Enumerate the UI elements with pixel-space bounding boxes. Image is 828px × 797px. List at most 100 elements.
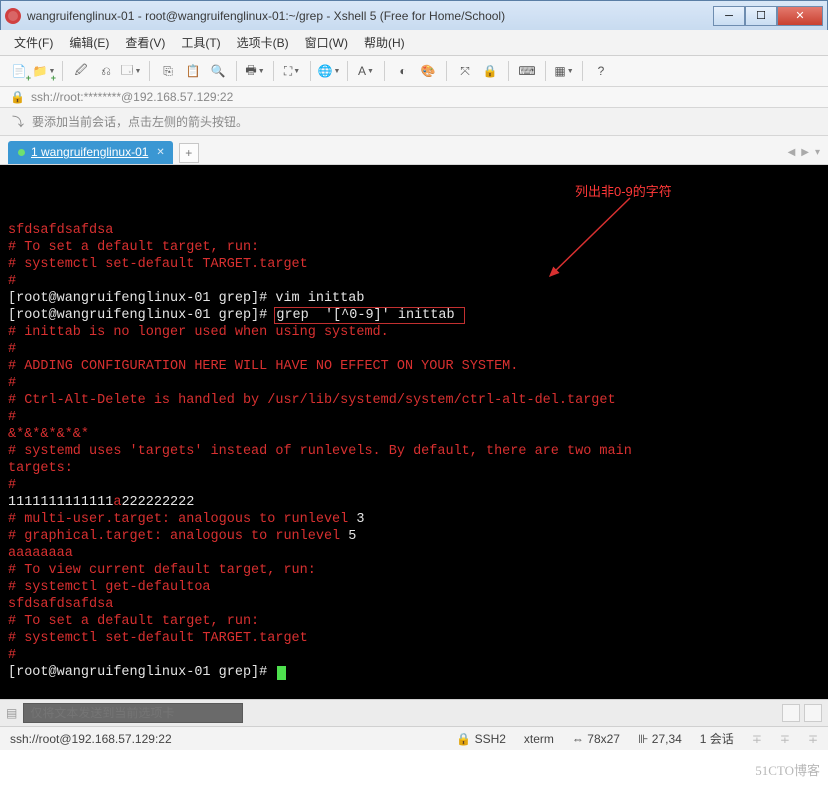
tab-prev-icon[interactable]: ◀ [788, 147, 796, 158]
send-opt2-button[interactable] [804, 704, 822, 722]
palette-icon[interactable]: 🎨 [417, 60, 439, 82]
terminal-line: # [8, 409, 820, 426]
terminal-line: # ADDING CONFIGURATION HERE WILL HAVE NO… [8, 358, 820, 375]
menu-v[interactable]: 查看(V) [125, 34, 165, 51]
menu-t[interactable]: 工具(T) [181, 34, 220, 51]
fullscreen-icon[interactable]: ⛶▼ [281, 60, 303, 82]
terminal-line: # Ctrl-Alt-Delete is handled by /usr/lib… [8, 392, 820, 409]
status-address: ssh://root@192.168.57.129:22 [10, 732, 172, 746]
status-ssh: 🔒 SSH2 [456, 732, 506, 746]
terminal-line: sfdsafdsafdsa [8, 222, 820, 239]
lock-icon[interactable]: 🔒 [479, 60, 501, 82]
toolbar-separator [273, 61, 274, 81]
status-cap1: ∓ [752, 732, 762, 746]
tab-label: 1 wangruifenglinux-01 [31, 145, 148, 159]
terminal-line: # systemctl get-defaultoa [8, 579, 820, 596]
toolbar: 📄📁▼ 🖉⎌🗔▼ ⎘📋🔍 🖶▼ ⛶▼ 🌐▼ A▼ ◐🎨 ⤧🔒 ⌨ ▦▼? [0, 56, 828, 87]
status-term: xterm [524, 732, 554, 746]
cursor [277, 666, 286, 680]
menu-bar: 文件(F) 编辑(E) 查看(V) 工具(T) 选项卡(B) 窗口(W) 帮助(H) [0, 30, 828, 56]
app-icon [5, 8, 21, 24]
tab-list-icon[interactable]: ▾ [815, 147, 820, 158]
status-cap3: ∓ [808, 732, 818, 746]
session-tab[interactable]: 1 wangruifenglinux-01 ✕ [8, 141, 173, 164]
terminal-line: # [8, 375, 820, 392]
terminal-line: # To view current default target, run: [8, 562, 820, 579]
hint-bar: ⤵ 要添加当前会话，点击左侧的箭头按钮。 [0, 108, 828, 136]
paste-icon[interactable]: 📋 [182, 60, 204, 82]
terminal-line: # systemctl set-default TARGET.target [8, 630, 820, 647]
minimize-button[interactable]: ─ [713, 6, 745, 26]
toolbar-separator [582, 61, 583, 81]
send-opt1-button[interactable] [782, 704, 800, 722]
toolbar-separator [446, 61, 447, 81]
terminal-line: # graphical.target: analogous to runleve… [8, 528, 820, 545]
close-button[interactable]: ✕ [777, 6, 823, 26]
terminal[interactable]: 列出非0-9的字符 sfdsafdsafdsa# To set a defaul… [0, 165, 828, 699]
menu-h[interactable]: 帮助(H) [364, 34, 405, 51]
tabs-row: 1 wangruifenglinux-01 ✕ + ◀ ▶ ▾ [0, 136, 828, 165]
toolbar-separator [545, 61, 546, 81]
new-tab-button[interactable]: + [179, 143, 199, 163]
tab-next-icon[interactable]: ▶ [801, 147, 809, 158]
tab-close-icon[interactable]: ✕ [156, 147, 164, 158]
properties-icon[interactable]: 🗔▼ [120, 60, 142, 82]
address-text[interactable]: ssh://root:********@192.168.57.129:22 [31, 90, 233, 104]
status-bar: ssh://root@192.168.57.129:22 🔒 SSH2 xter… [0, 726, 828, 750]
toolbar-separator [236, 61, 237, 81]
send-bar: ▤ [0, 699, 828, 726]
terminal-line: # [8, 341, 820, 358]
send-icon[interactable]: ▤ [6, 706, 17, 720]
tab-nav: ◀ ▶ ▾ [788, 147, 820, 158]
keyboard-icon[interactable]: ⌨ [516, 60, 538, 82]
terminal-line: &*&*&*&*&* [8, 426, 820, 443]
menu-e[interactable]: 编辑(E) [69, 34, 109, 51]
reconnect-icon[interactable]: 🖉 [70, 60, 92, 82]
broadcast-icon[interactable]: ⤧ [454, 60, 476, 82]
terminal-line: [root@wangruifenglinux-01 grep]# grep '[… [8, 307, 820, 324]
terminal-line: # [8, 273, 820, 290]
open-icon[interactable]: 📁▼ [33, 60, 55, 82]
toolbar-separator [508, 61, 509, 81]
window-title: wangruifenglinux-01 - root@wangruifengli… [27, 9, 713, 23]
terminal-line: # systemd uses 'targets' instead of runl… [8, 443, 820, 460]
pin-icon[interactable]: ⤵ [12, 113, 24, 130]
disconnect-icon[interactable]: ⎌ [95, 60, 117, 82]
watermark: 51CTO博客 [755, 760, 820, 779]
print-icon[interactable]: 🖶▼ [244, 60, 266, 82]
help-icon[interactable]: ? [590, 60, 612, 82]
maximize-button[interactable]: ☐ [745, 6, 777, 26]
terminal-line: # To set a default target, run: [8, 239, 820, 256]
status-dot-icon [18, 149, 25, 156]
new-session-icon[interactable]: 📄 [8, 60, 30, 82]
terminal-line: # inittab is no longer used when using s… [8, 324, 820, 341]
status-cap2: ∓ [780, 732, 790, 746]
menu-f[interactable]: 文件(F) [14, 34, 53, 51]
find-icon[interactable]: 🔍 [207, 60, 229, 82]
copy-icon[interactable]: ⎘ [157, 60, 179, 82]
color-scheme-icon[interactable]: ◐ [392, 60, 414, 82]
font-icon[interactable]: A▼ [355, 60, 377, 82]
status-sessions: 1 会话 [700, 730, 734, 747]
menu-w[interactable]: 窗口(W) [305, 34, 348, 51]
terminal-line: [root@wangruifenglinux-01 grep]# vim ini… [8, 290, 820, 307]
status-size: ⇔ 78x27 [572, 732, 620, 746]
terminal-line: # systemctl set-default TARGET.target [8, 256, 820, 273]
annotation-text: 列出非0-9的字符 [575, 183, 672, 200]
terminal-line: # [8, 647, 820, 664]
menu-b[interactable]: 选项卡(B) [237, 34, 289, 51]
lock-icon: 🔒 [10, 90, 25, 104]
hint-text: 要添加当前会话，点击左侧的箭头按钮。 [32, 113, 248, 130]
toolbar-separator [149, 61, 150, 81]
terminal-line: aaaaaaaa [8, 545, 820, 562]
layout-icon[interactable]: ▦▼ [553, 60, 575, 82]
terminal-line: # multi-user.target: analogous to runlev… [8, 511, 820, 528]
toolbar-separator [384, 61, 385, 81]
toolbar-separator [310, 61, 311, 81]
terminal-line: [root@wangruifenglinux-01 grep]# [8, 664, 820, 681]
terminal-line: # To set a default target, run: [8, 613, 820, 630]
terminal-line: targets: [8, 460, 820, 477]
status-pos: ⊪ 27,34 [638, 732, 682, 746]
send-input[interactable] [23, 703, 243, 723]
globe-icon[interactable]: 🌐▼ [318, 60, 340, 82]
